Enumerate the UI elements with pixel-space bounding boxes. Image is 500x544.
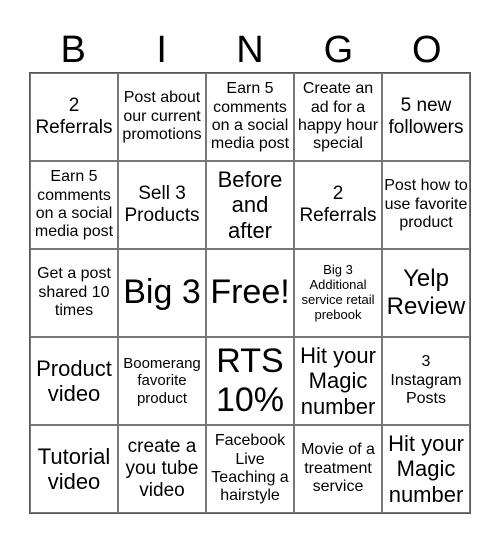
bingo-cell[interactable]: Earn 5 comments on a social media post bbox=[30, 161, 118, 249]
bingo-cell[interactable]: 5 new followers bbox=[382, 73, 470, 161]
bingo-cell[interactable]: Hit your Magic number bbox=[382, 425, 470, 513]
bingo-header: B I N G O bbox=[29, 28, 471, 72]
bingo-cell[interactable]: Before and after bbox=[206, 161, 294, 249]
bingo-cell[interactable]: Big 3 Additional service retail prebook bbox=[294, 249, 382, 337]
bingo-cell[interactable]: Facebook Live Teaching a hairstyle bbox=[206, 425, 294, 513]
bingo-cell[interactable]: 2 Referrals bbox=[294, 161, 382, 249]
bingo-cell[interactable]: RTS 10% bbox=[206, 337, 294, 425]
bingo-cell[interactable]: 3 Instagram Posts bbox=[382, 337, 470, 425]
bingo-cell[interactable]: Boomerang favorite product bbox=[118, 337, 206, 425]
bingo-cell[interactable]: Earn 5 comments on a social media post bbox=[206, 73, 294, 161]
bingo-cell[interactable]: Movie of a treatment service bbox=[294, 425, 382, 513]
bingo-cell[interactable]: create a you tube video bbox=[118, 425, 206, 513]
bingo-cell[interactable]: Post how to use favorite product bbox=[382, 161, 470, 249]
header-letter-o: O bbox=[412, 29, 442, 71]
bingo-cell[interactable]: Get a post shared 10 times bbox=[30, 249, 118, 337]
header-letter-b: B bbox=[60, 29, 86, 71]
bingo-cell[interactable]: Post about our current promotions bbox=[118, 73, 206, 161]
bingo-grid: 2 Referrals Post about our current promo… bbox=[29, 72, 471, 514]
header-letter-n: N bbox=[236, 29, 264, 71]
bingo-cell[interactable]: Product video bbox=[30, 337, 118, 425]
bingo-cell[interactable]: Create an ad for a happy hour special bbox=[294, 73, 382, 161]
bingo-cell[interactable]: Tutorial video bbox=[30, 425, 118, 513]
bingo-cell[interactable]: Sell 3 Products bbox=[118, 161, 206, 249]
header-letter-g: G bbox=[323, 29, 354, 71]
bingo-cell[interactable]: 2 Referrals bbox=[30, 73, 118, 161]
free-space[interactable]: Free! bbox=[206, 249, 294, 337]
bingo-cell[interactable]: Big 3 bbox=[118, 249, 206, 337]
header-letter-i: I bbox=[156, 29, 167, 71]
bingo-cell[interactable]: Hit your Magic number bbox=[294, 337, 382, 425]
bingo-cell[interactable]: Yelp Review bbox=[382, 249, 470, 337]
